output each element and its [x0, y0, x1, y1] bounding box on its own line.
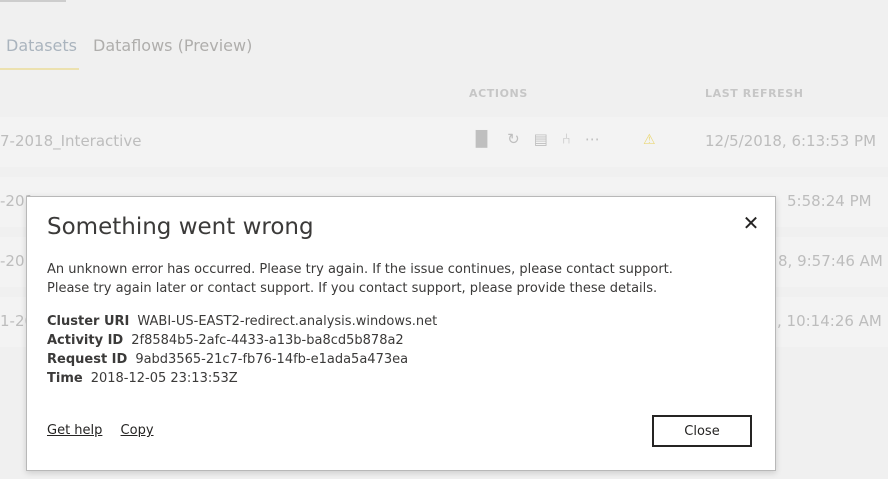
detail-value: 2018-12-05 23:13:53Z: [90, 371, 238, 386]
error-message-line: An unknown error has occurred. Please tr…: [47, 262, 673, 277]
error-details: Cluster URI WABI-US-EAST2-redirect.analys…: [47, 312, 437, 388]
copy-link[interactable]: Copy: [121, 423, 154, 438]
dialog-links: Get help Copy: [47, 423, 168, 438]
get-help-link[interactable]: Get help: [47, 423, 102, 438]
close-icon[interactable]: ✕: [741, 213, 761, 233]
detail-key: Time: [47, 371, 83, 386]
detail-key: Request ID: [47, 352, 128, 367]
detail-time: Time 2018-12-05 23:13:53Z: [47, 369, 437, 388]
close-button[interactable]: Close: [652, 415, 752, 447]
detail-key: Cluster URI: [47, 314, 130, 329]
detail-value: 9abd3565-21c7-fb76-14fb-e1ada5a473ea: [135, 352, 409, 367]
detail-request-id: Request ID 9abd3565-21c7-fb76-14fb-e1ada5…: [47, 350, 437, 369]
detail-key: Activity ID: [47, 333, 124, 348]
detail-cluster-uri: Cluster URI WABI-US-EAST2-redirect.analys…: [47, 312, 437, 331]
detail-value: 2f8584b5-2afc-4433-a13b-ba8cd5b878a2: [131, 333, 404, 348]
error-message-line: Please try again later or contact suppor…: [47, 281, 658, 296]
detail-activity-id: Activity ID 2f8584b5-2afc-4433-a13b-ba8cd…: [47, 331, 437, 350]
detail-value: WABI-US-EAST2-redirect.analysis.windows.…: [137, 314, 438, 329]
dialog-title: Something went wrong: [47, 214, 314, 240]
error-message: An unknown error has occurred. Please tr…: [47, 260, 673, 298]
error-dialog: Something went wrong ✕ An unknown error …: [26, 196, 776, 471]
